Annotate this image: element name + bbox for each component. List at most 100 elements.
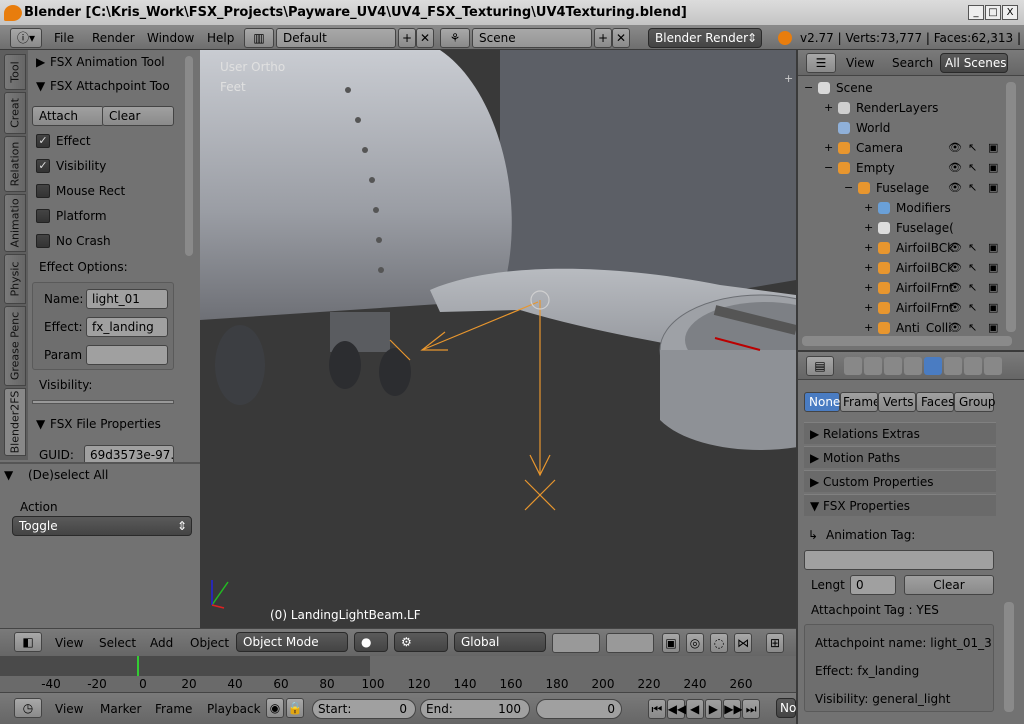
start-frame-field[interactable]: Start: 0 [312,699,416,719]
attach-button[interactable]: Attach [32,106,104,126]
outliner-row[interactable]: − Fuselage 👁 ↖ ▣ [798,178,1008,198]
clear-tag-button[interactable]: Clear [904,575,994,595]
remove-scene-icon[interactable]: ✕ [612,28,630,48]
filter-group[interactable]: Group [954,392,996,412]
cursor-select-icon[interactable]: ↖ [968,301,977,314]
outliner-row[interactable]: + Fuselage( [798,218,1008,238]
mode-dropdown[interactable]: Object Mode [236,632,348,652]
layout-icon[interactable]: ▥ [244,28,274,48]
viewport-editor-icon[interactable]: ◧ [14,632,42,652]
tab-blender2fsx[interactable]: Blender2FS [4,388,26,456]
filter-faces[interactable]: Faces [916,392,954,412]
layout-field[interactable]: Default [276,28,396,48]
tab-animation[interactable]: Animatio [4,194,26,252]
jump-start-icon[interactable]: ⏮ [648,699,666,719]
outliner-row[interactable]: + Anti_Colli 👁 ↖ ▣ [798,318,1008,334]
tool-panel-scrollbar[interactable] [185,56,193,256]
timeline[interactable]: -40 -20 0 20 40 60 80 100 120 140 160 180 200 220 240 2… [0,656,796,692]
cursor-select-icon[interactable]: ↖ [968,241,977,254]
editor-type-info-icon[interactable]: ⓘ▾ [10,28,42,48]
fsx-file-properties-header[interactable]: ▼ FSX File Properties [32,414,202,436]
current-frame-field[interactable]: 0 [536,699,622,719]
render-toggle-icon[interactable]: ▣ [988,281,998,294]
timeline-editor-icon[interactable]: ◷ [14,698,42,718]
clear-button[interactable]: Clear [102,106,174,126]
render-toggle-icon[interactable]: ▣ [988,321,998,334]
snap-icon[interactable]: ⋈ [734,633,752,653]
visibility-field-edge[interactable] [32,400,174,404]
outliner-row[interactable]: + AirfoilFrnt 👁 ↖ ▣ [798,278,1008,298]
eye-icon[interactable]: 👁 [948,281,962,294]
render-toggle-icon[interactable]: ▣ [988,301,998,314]
cursor-select-icon[interactable]: ↖ [968,161,977,174]
menu-render[interactable]: Render [92,31,135,45]
current-frame-marker[interactable] [137,656,139,676]
expand-toggle-icon[interactable]: + [824,141,833,154]
keying-lock-icon[interactable]: 🔒 [286,698,304,718]
fsx-attachpoint-tool-header[interactable]: ▼ FSX Attachpoint Tool [32,76,202,98]
cursor-select-icon[interactable]: ↖ [968,141,977,154]
expand-toggle-icon[interactable]: + [864,201,873,214]
pivot-dropdown[interactable]: ⚙ [394,632,448,652]
outliner-row[interactable]: − Empty 👁 ↖ ▣ [798,158,1008,178]
properties-editor-icon[interactable]: ▤ [806,356,834,376]
cursor-select-icon[interactable]: ↖ [968,261,977,274]
relations-extras-header[interactable]: ▶ Relations Extras [804,422,996,444]
minimize-button[interactable]: _ [968,5,984,20]
outliner-row[interactable]: + AirfoilBCk 👁 ↖ ▣ [798,238,1008,258]
render-toggle-icon[interactable]: ▣ [988,181,998,194]
eye-icon[interactable]: 👁 [948,241,962,254]
end-frame-field[interactable]: End: 100 [420,699,530,719]
eye-icon[interactable]: 👁 [948,261,962,274]
render-preview-icon[interactable]: ⊞ [766,633,784,653]
3d-viewport[interactable]: User Ortho Feet (0) LandingLightBeam.LF … [200,50,796,628]
viewport-object-menu[interactable]: Object [190,636,229,650]
tab-physics[interactable]: Physic [4,254,26,304]
timeline-view-menu[interactable]: View [55,702,83,716]
tab-tool[interactable]: Tool [4,54,26,90]
motion-paths-header[interactable]: ▶ Motion Paths [804,446,996,468]
outliner-row[interactable]: + AirfoilBCk 👁 ↖ ▣ [798,258,1008,278]
jump-end-icon[interactable]: ⏭ [742,699,760,719]
render-toggle-icon[interactable]: ▣ [988,141,998,154]
expand-toggle-icon[interactable]: − [844,181,853,194]
visibility-checkbox[interactable]: ✓ [36,159,50,173]
close-button[interactable]: X [1002,5,1018,20]
render-toggle-icon[interactable]: ▣ [988,161,998,174]
timeline-marker-menu[interactable]: Marker [100,702,141,716]
cursor-select-icon[interactable]: ↖ [968,281,977,294]
data-tab-icon[interactable] [984,357,1002,375]
play-reverse-icon[interactable]: ◀ [685,699,704,719]
outliner-editor-icon[interactable]: ☰ [806,53,836,73]
onion-icon[interactable]: ◌ [710,633,728,653]
eye-icon[interactable]: 👁 [948,301,962,314]
outliner-view-menu[interactable]: View [846,56,874,70]
remove-layout-icon[interactable]: ✕ [416,28,434,48]
add-layout-icon[interactable]: + [398,28,416,48]
fsx-properties-header[interactable]: ▼ FSX Properties [804,494,996,516]
vertical-splitter[interactable] [796,50,798,724]
layers-grid-left[interactable] [552,633,600,653]
add-scene-icon[interactable]: + [594,28,612,48]
outliner-row[interactable]: + RenderLayers [798,98,1008,118]
layers-grid-right[interactable] [606,633,654,653]
outliner-hscrollbar[interactable] [802,336,1012,346]
effect-field[interactable]: fx_landing [86,317,168,337]
filter-none[interactable]: None [804,392,840,412]
menu-help[interactable]: Help [207,31,234,45]
timeline-frame-menu[interactable]: Frame [155,702,192,716]
no-crash-checkbox[interactable] [36,234,50,248]
world-tab-icon[interactable] [904,357,922,375]
proportional-edit-icon[interactable]: ◎ [686,633,704,653]
outliner-scrollbar[interactable] [1006,82,1016,332]
tab-grease-pencil[interactable]: Grease Penc [4,306,26,386]
filter-frames[interactable]: Frames [840,392,878,412]
render-toggle-icon[interactable]: ▣ [988,241,998,254]
cursor-select-icon[interactable]: ↖ [968,181,977,194]
timeline-playback-menu[interactable]: Playback [207,702,261,716]
render-engine-dropdown[interactable]: Blender Render ⇕ [648,28,762,48]
horizontal-splitter[interactable] [798,350,1024,352]
viewport-view-menu[interactable]: View [55,636,83,650]
maximize-button[interactable]: □ [985,5,1001,20]
viewport-select-menu[interactable]: Select [99,636,136,650]
